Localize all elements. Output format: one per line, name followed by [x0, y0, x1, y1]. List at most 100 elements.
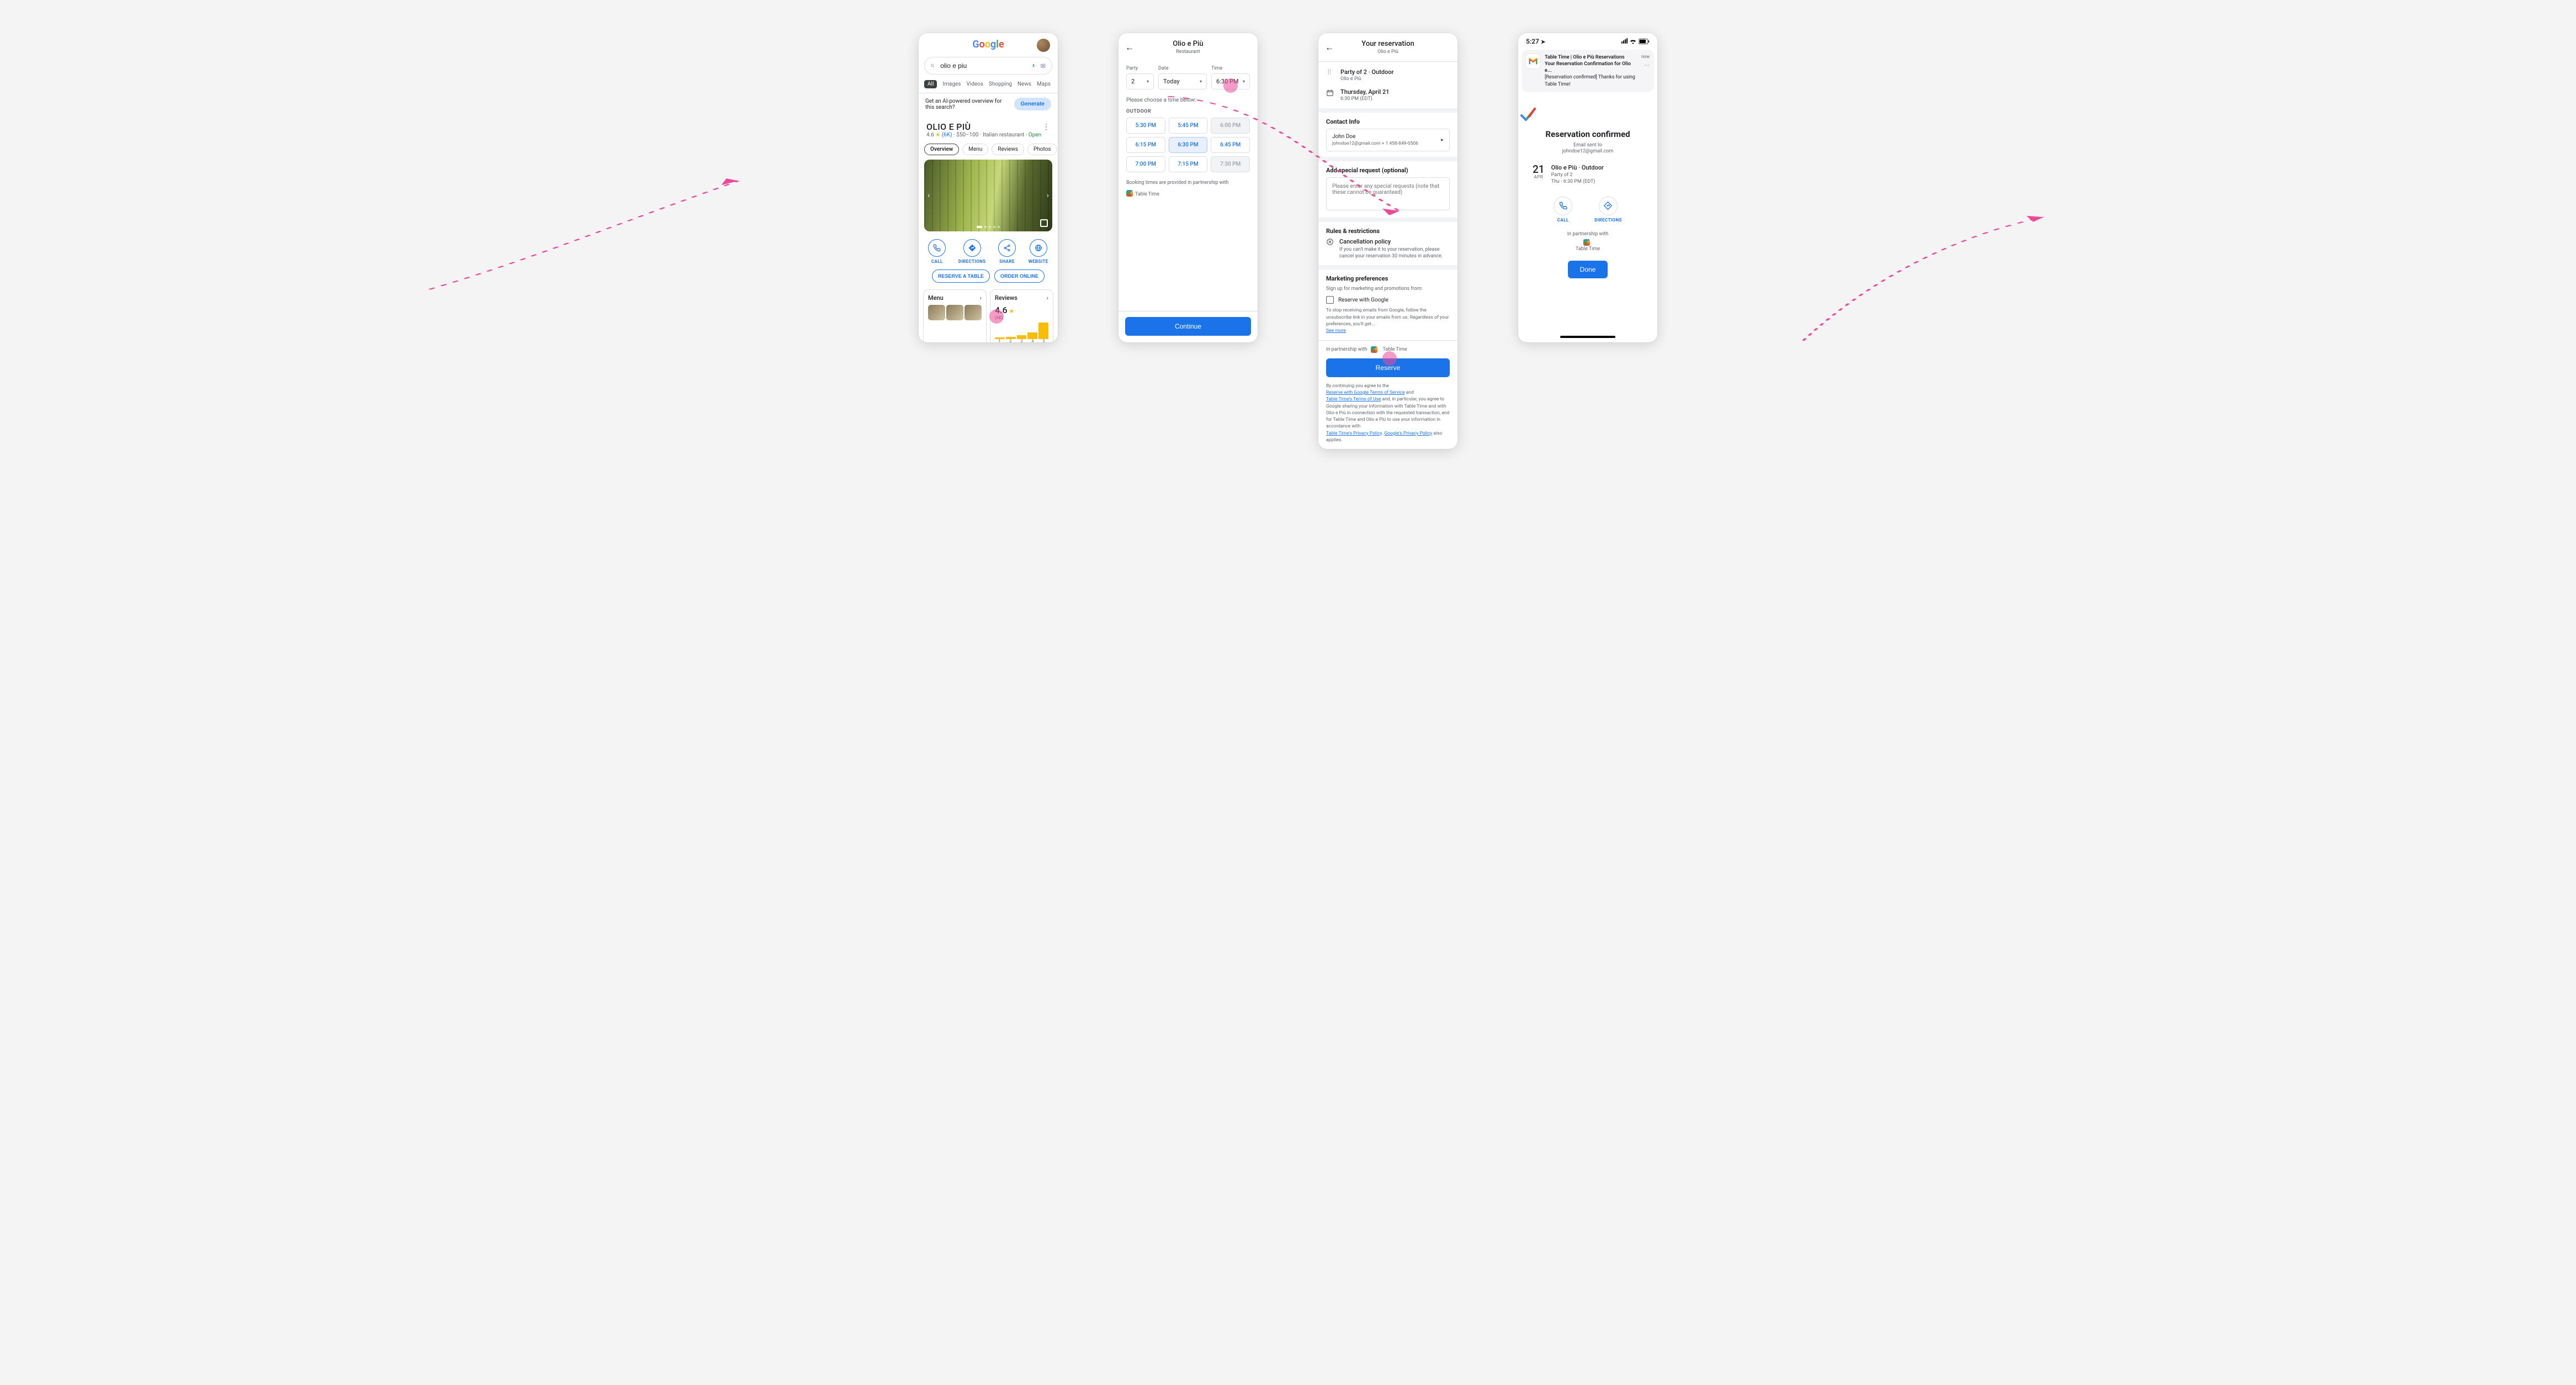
mic-icon[interactable] [1031, 62, 1036, 70]
tab-reviews[interactable]: Reviews [992, 144, 1024, 155]
partner-row: In partnership withTable Time [1318, 340, 1457, 358]
chevron-right-icon: › [980, 294, 982, 302]
directions-icon [968, 244, 976, 252]
rules-heading: Rules & restrictions [1326, 228, 1450, 235]
reviews-card[interactable]: Reviews› 4.6 ★ (6K) 12345 [990, 289, 1053, 342]
time-select[interactable]: 6:30 PM▾ [1211, 73, 1250, 89]
time-slot[interactable]: 6:45 PM [1211, 137, 1250, 153]
search-bar[interactable] [924, 57, 1052, 75]
email-notification[interactable]: Table Time | Olio e Più Reservations You… [1522, 50, 1654, 92]
time-grid: 5:30 PM5:45 PM6:00 PM 6:15 PM6:30 PM6:45 … [1119, 118, 1258, 172]
sent-label: Email sent to [1518, 142, 1657, 148]
phone-icon [933, 244, 941, 252]
calendar-icon [1326, 88, 1335, 98]
chevron-right-icon: › [1047, 294, 1048, 302]
gallery-dots [977, 226, 1000, 228]
google-logo: Google [972, 39, 1004, 50]
time-slot[interactable]: 7:00 PM [1126, 156, 1165, 172]
call-button[interactable]: CALL [1554, 197, 1572, 223]
reserve-button[interactable]: Reserve [1326, 358, 1450, 377]
tab-videos[interactable]: Videos [966, 81, 983, 87]
tab-images[interactable]: Images [942, 81, 961, 87]
check-icon [1518, 104, 1538, 124]
date-select[interactable]: Today▾ [1158, 73, 1207, 89]
table-time-icon [1126, 190, 1133, 197]
wifi-icon [1629, 39, 1637, 44]
g-pp-link[interactable]: Google's Privacy Policy [1384, 431, 1432, 436]
phone-icon [1559, 202, 1567, 210]
tt-pp-link[interactable]: Table Time's Privacy Policy [1326, 431, 1382, 436]
search-input[interactable] [939, 61, 1027, 70]
menu-card[interactable]: Menu› [923, 289, 987, 342]
place-title: OLIO E PIÙ [926, 121, 971, 132]
globe-icon [1035, 244, 1042, 252]
tt-tos-link[interactable]: Table Time's Terms of Use [1326, 397, 1381, 402]
table-time-icon [1371, 346, 1377, 353]
tab-photos[interactable]: Photos [1027, 144, 1057, 155]
see-more-link[interactable]: See more [1326, 328, 1346, 334]
gallery-next-icon[interactable]: › [1047, 191, 1049, 200]
directions-button[interactable]: DIRECTIONS [958, 239, 986, 264]
contact-card[interactable]: John Doe johndoe12@gmail.com + 1 458-849… [1326, 129, 1450, 151]
checkbox-icon[interactable] [1326, 296, 1334, 304]
rwg-tos-link[interactable]: Reserve with Google Terms of Service [1326, 390, 1405, 395]
call-button[interactable]: CALL [928, 239, 946, 264]
directions-icon [1604, 202, 1612, 210]
more-icon[interactable]: ⋮ [1042, 123, 1050, 131]
tab-overview[interactable]: Overview [924, 144, 959, 155]
chevron-right-icon: ▸ [1441, 137, 1444, 143]
phone-reservation-form: ← Your reservation Olio e Più 🍴 Party of… [1318, 33, 1457, 449]
back-button[interactable]: ← [1325, 42, 1334, 53]
lens-icon[interactable] [1040, 61, 1046, 71]
reserve-table-button[interactable]: RESERVE A TABLE [932, 269, 990, 283]
mkt-heading: Marketing preferences [1326, 275, 1450, 282]
tab-shopping[interactable]: Shopping [989, 81, 1012, 87]
back-button[interactable]: ← [1125, 42, 1134, 53]
place-meta: 4.6 ★ (6K) · $50–100 · Italian restauran… [919, 132, 1058, 141]
contact-heading: Contact Info [1326, 118, 1450, 125]
location-icon: ➤ [1541, 39, 1545, 45]
tab-maps[interactable]: Maps [1037, 81, 1051, 87]
special-request-input[interactable] [1326, 177, 1450, 210]
party-select[interactable]: 2▾ [1126, 73, 1154, 89]
rating-histogram [995, 323, 1048, 339]
time-slot[interactable]: 7:15 PM [1169, 156, 1208, 172]
partner-label: In partnership with Table Time [1518, 228, 1657, 255]
tab-menu[interactable]: Menu [962, 144, 988, 155]
gallery-prev-icon[interactable]: ‹ [927, 191, 930, 200]
confirmed-title: Reservation confirmed [1518, 129, 1657, 139]
generate-button[interactable]: Generate [1014, 98, 1051, 110]
phone-google-result: Google All Images Videos Shopping News M… [919, 33, 1058, 342]
avatar[interactable] [1037, 39, 1050, 52]
battery-icon [1639, 39, 1650, 44]
cancel-icon [1326, 238, 1334, 247]
directions-button[interactable]: DIRECTIONS [1594, 197, 1622, 223]
expand-icon[interactable] [1040, 219, 1048, 227]
form-title: Your reservation [1334, 40, 1442, 48]
done-button[interactable]: Done [1568, 261, 1608, 278]
reservation-summary: 21 APR Olio e Più · Outdoor Party of 2 T… [1518, 154, 1657, 194]
order-online-button[interactable]: ORDER ONLINE [994, 269, 1045, 283]
share-icon [1003, 244, 1011, 252]
choose-label: Please choose a time below: [1119, 97, 1258, 103]
tab-all[interactable]: All [924, 80, 937, 88]
tab-news[interactable]: News [1017, 81, 1031, 87]
partner-line: Booking times are provided in partnershi… [1126, 180, 1250, 186]
continue-button[interactable]: Continue [1125, 317, 1251, 336]
gmail-icon [1526, 54, 1540, 68]
website-button[interactable]: WEBSITE [1029, 239, 1048, 264]
phone-confirmation: 5:27 ➤ Table Time | Olio e Più Reservati… [1518, 33, 1657, 342]
status-bar: 5:27 ➤ [1518, 33, 1657, 47]
photo-gallery[interactable]: ‹ › [924, 160, 1052, 231]
form-subtitle: Olio e Più [1334, 49, 1442, 55]
mkt-checkbox-row[interactable]: Reserve with Google [1326, 293, 1450, 307]
special-heading: Add special request (optional) [1326, 167, 1450, 174]
time-slot[interactable]: 5:30 PM [1126, 118, 1165, 134]
time-slot[interactable]: 5:45 PM [1169, 118, 1208, 134]
share-button[interactable]: SHARE [998, 239, 1016, 264]
time-slot[interactable]: 6:30 PM [1169, 137, 1208, 153]
more-icon[interactable]: ⋯ [1644, 62, 1650, 68]
time-slot: 6:00 PM [1211, 118, 1250, 134]
search-icon [930, 62, 935, 70]
time-slot[interactable]: 6:15 PM [1126, 137, 1165, 153]
